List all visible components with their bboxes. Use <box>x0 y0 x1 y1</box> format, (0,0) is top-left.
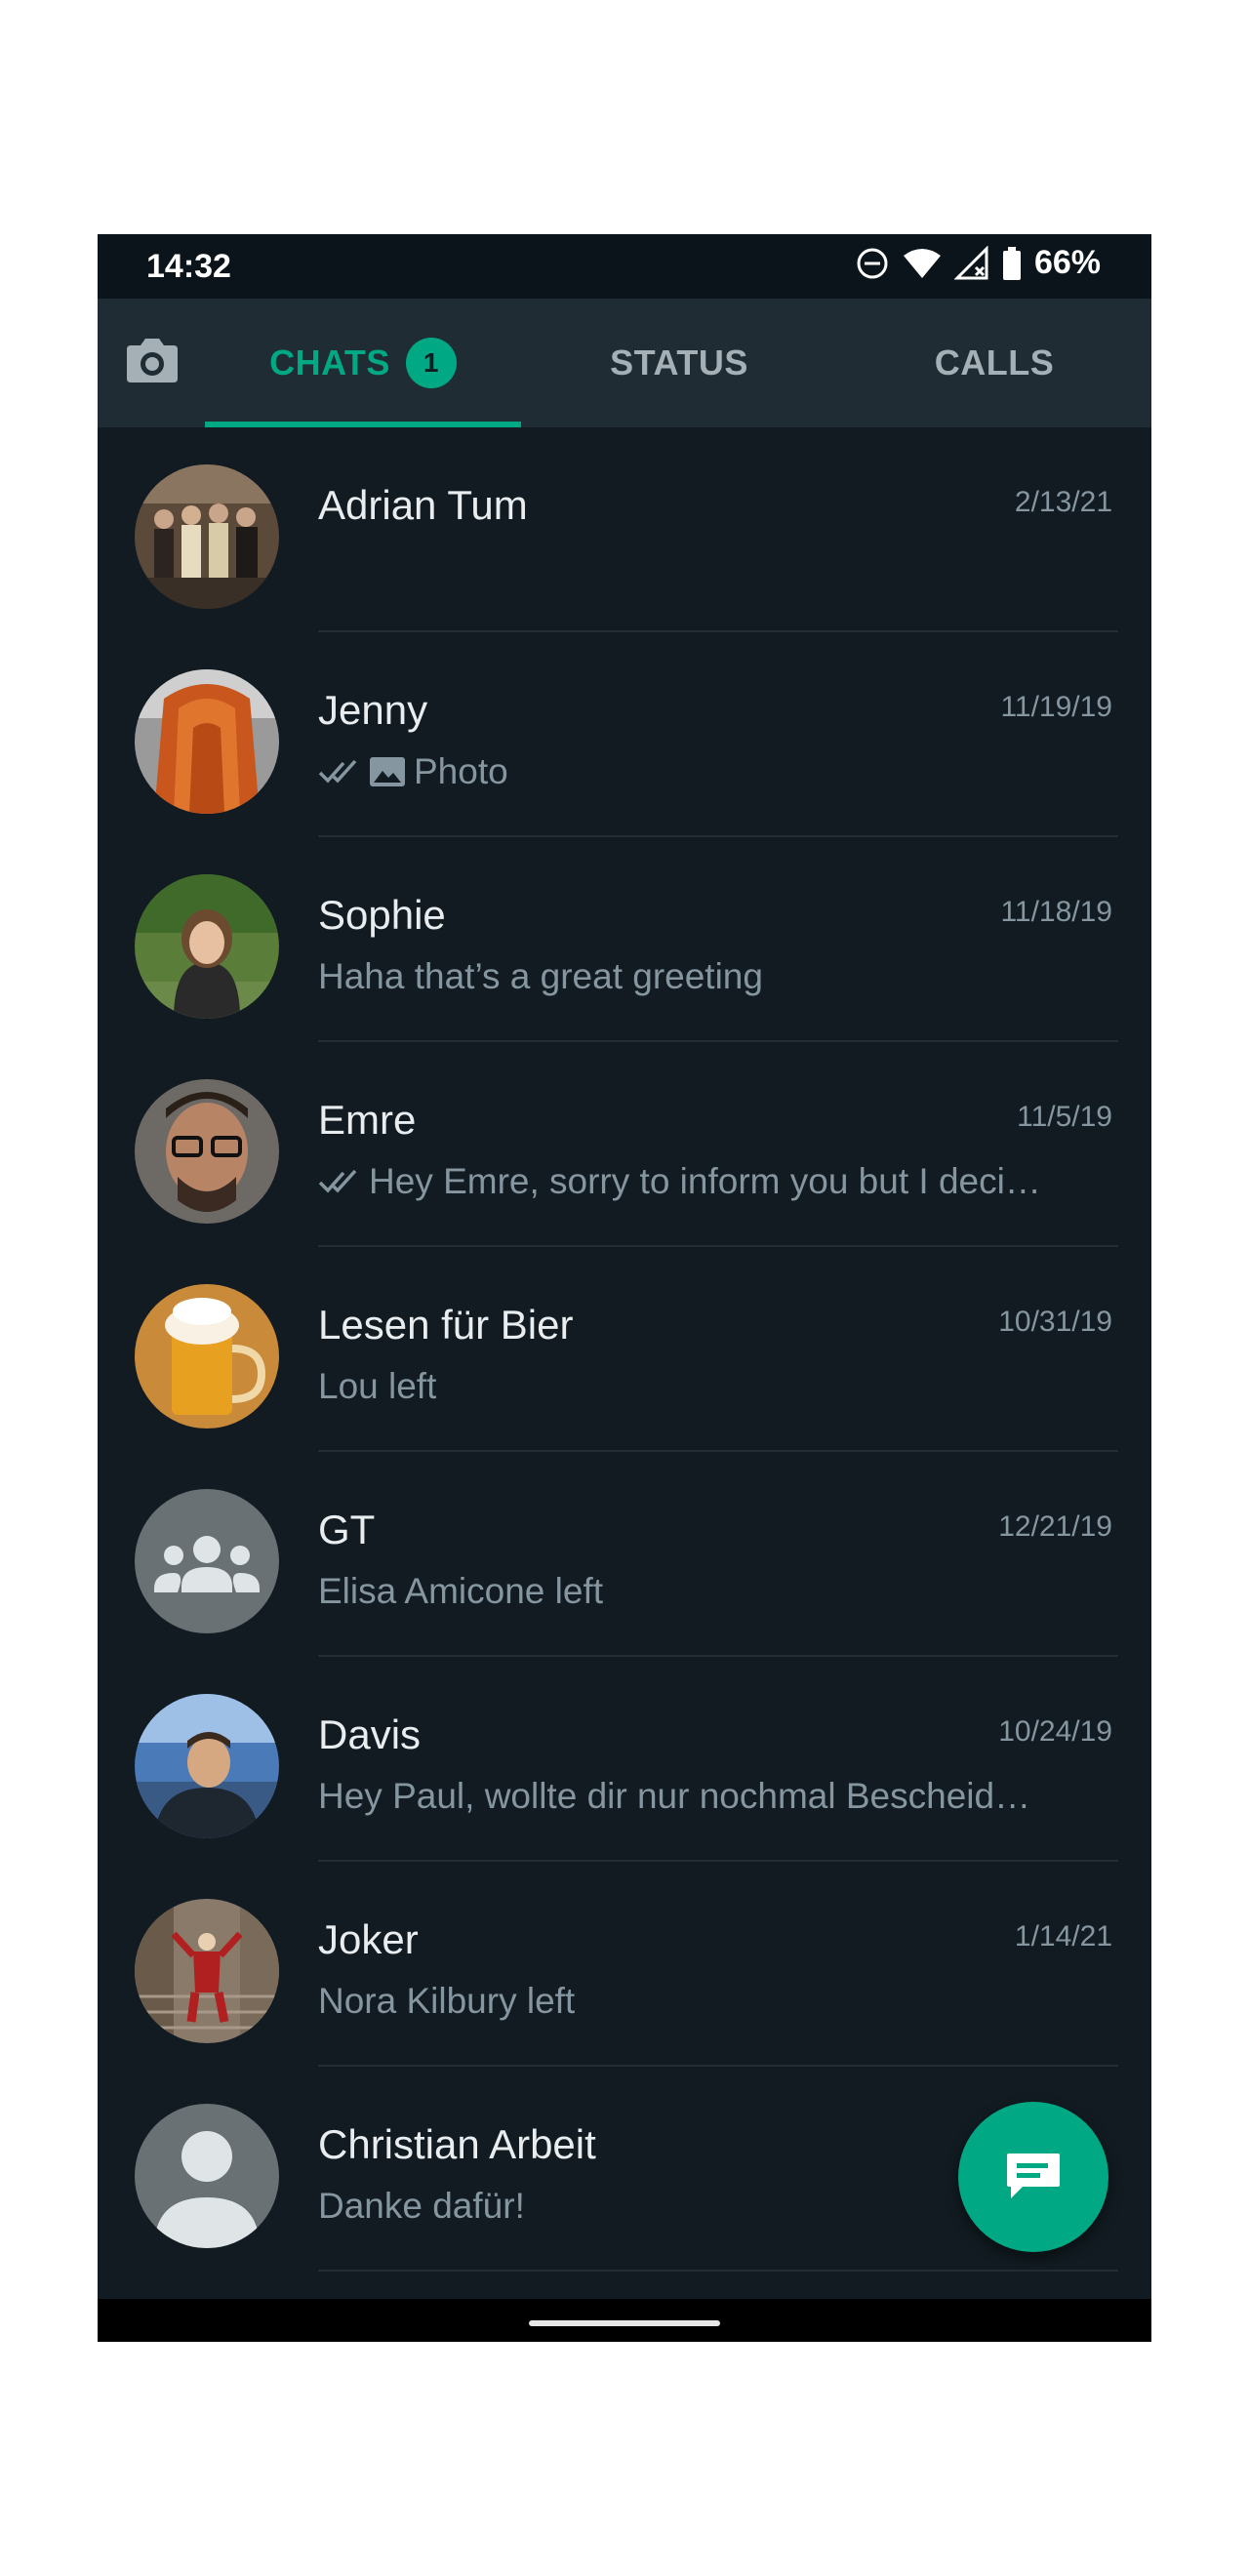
chat-name: Adrian Tum <box>318 482 528 528</box>
cell-signal-icon <box>953 245 989 281</box>
chat-row-emre[interactable]: Emre 11/5/19 Hey Emre, sorry to inform y… <box>98 1042 1151 1247</box>
chat-row-lesen-fur-bier[interactable]: Lesen für Bier 10/31/19 Lou left <box>98 1247 1151 1452</box>
chat-preview-text: Nora Kilbury left <box>318 1981 576 2021</box>
chat-preview: Lou left <box>318 1366 1089 1407</box>
do-not-disturb-icon <box>855 246 890 281</box>
chat-date: 10/24/19 <box>998 1715 1112 1748</box>
message-icon <box>1003 2150 1064 2204</box>
chat-preview: Hey Emre, sorry to inform you but I deci… <box>318 1161 1089 1202</box>
chat-date: 11/18/19 <box>1000 896 1112 928</box>
tab-status[interactable]: STATUS <box>521 299 837 427</box>
chat-row-adrian-tum[interactable]: Adrian Tum 2/13/21 <box>98 427 1151 632</box>
chat-preview-text: Photo <box>414 751 508 791</box>
wifi-icon <box>902 246 943 281</box>
system-nav-bar <box>98 2299 1151 2342</box>
new-chat-button[interactable] <box>958 2102 1108 2252</box>
avatar <box>135 669 279 814</box>
phone-screen: 14:32 66% CHATS 1 STATUS CALLS Adrian Tu… <box>98 234 1151 2342</box>
status-bar: 14:32 66% <box>98 234 1151 299</box>
chat-preview-text: Hey Paul, wollte dir nur nochmal Beschei… <box>318 1776 1031 1816</box>
chat-preview: Elisa Amicone left <box>318 1571 1089 1612</box>
chat-date: 2/13/21 <box>1014 486 1112 518</box>
chat-row-davis[interactable]: Davis 10/24/19 Hey Paul, wollte dir nur … <box>98 1657 1151 1862</box>
chat-preview-text: Lou left <box>318 1366 437 1406</box>
battery-percent: 66% <box>1033 244 1101 281</box>
double-check-icon <box>318 1167 361 1196</box>
photo-icon <box>369 755 406 788</box>
top-app-bar: CHATS 1 STATUS CALLS <box>98 299 1151 427</box>
chat-row-joker[interactable]: Joker 1/14/21 Nora Kilbury left <box>98 1862 1151 2067</box>
chat-date: 11/19/19 <box>1000 691 1112 723</box>
unread-badge: 1 <box>405 338 457 388</box>
double-check-icon <box>318 757 361 786</box>
chat-preview: Hey Paul, wollte dir nur nochmal Beschei… <box>318 1776 1089 1817</box>
chat-preview: Photo <box>318 751 1089 792</box>
chat-name: Davis <box>318 1711 422 1757</box>
chat-name: Joker <box>318 1916 419 1962</box>
chat-date: 11/5/19 <box>1017 1101 1112 1133</box>
chat-name: Emre <box>318 1097 417 1143</box>
avatar <box>135 1899 279 2043</box>
chat-preview-text: Haha that’s a great greeting <box>318 956 763 996</box>
chat-name: Sophie <box>318 892 446 938</box>
tab-chats-label: CHATS <box>269 342 390 382</box>
chat-row-jenny[interactable]: Jenny 11/19/19 Photo <box>98 632 1151 837</box>
status-time: 14:32 <box>146 248 231 285</box>
chat-name: Christian Arbeit <box>318 2121 596 2167</box>
group-avatar-icon <box>135 1489 279 1633</box>
avatar <box>135 1079 279 1224</box>
chat-name: Jenny <box>318 687 428 733</box>
tab-status-label: STATUS <box>610 342 748 382</box>
tab-calls-label: CALLS <box>934 342 1055 382</box>
chat-row-sophie[interactable]: Sophie 11/18/19 Haha that’s a great gree… <box>98 837 1151 1042</box>
camera-icon[interactable] <box>119 328 185 394</box>
chat-preview: Haha that’s a great greeting <box>318 956 1089 997</box>
chat-preview: Nora Kilbury left <box>318 1981 1089 2022</box>
home-gesture-handle[interactable] <box>529 2320 720 2326</box>
chat-name: Lesen für Bier <box>318 1302 574 1348</box>
default-avatar-icon <box>135 2104 279 2248</box>
status-icons: 66% <box>855 244 1101 282</box>
avatar <box>135 464 279 609</box>
chat-name: GT <box>318 1507 376 1552</box>
chat-row-gt[interactable]: GT 12/21/19 Elisa Amicone left <box>98 1452 1151 1657</box>
chat-date: 12/21/19 <box>998 1510 1112 1543</box>
chat-date: 10/31/19 <box>998 1306 1112 1338</box>
chat-preview-text: Hey Emre, sorry to inform you but I deci… <box>369 1161 1041 1201</box>
divider <box>318 2270 1118 2272</box>
avatar <box>135 874 279 1019</box>
avatar <box>135 1694 279 1838</box>
avatar <box>135 1284 279 1429</box>
chat-date: 1/14/21 <box>1014 1920 1112 1952</box>
tab-calls[interactable]: CALLS <box>837 299 1151 427</box>
battery-icon <box>1001 246 1023 281</box>
chat-list: Adrian Tum 2/13/21 Jenny 11/19/19 Photo … <box>98 427 1151 2272</box>
tab-chats[interactable]: CHATS 1 <box>205 299 521 427</box>
chat-preview-text: Elisa Amicone left <box>318 1571 604 1611</box>
chat-preview-text: Danke dafür! <box>318 2186 525 2226</box>
